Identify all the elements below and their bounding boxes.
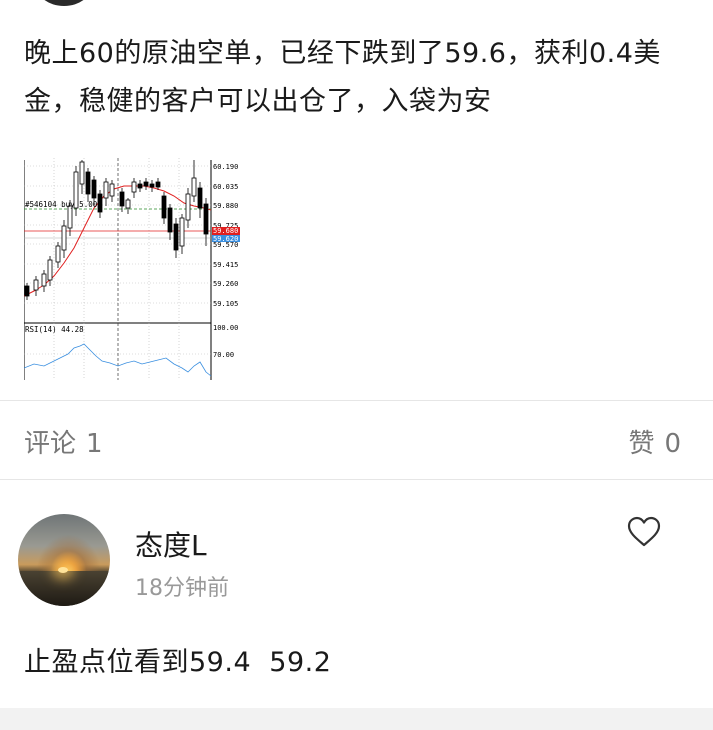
heart-outline-icon[interactable] (627, 516, 661, 548)
price-tag-blue-text: 59.620 (213, 235, 238, 243)
likes-count: 0 (664, 429, 681, 459)
comment-time: 18分钟前 (135, 576, 229, 601)
comment-content: 止盈点位看到59.4 59.2 (24, 647, 332, 678)
price-tag-red-text: 59.680 (213, 227, 238, 235)
post-content: 晚上60的原油空单，已经下跌到了59.6，获利0.4美金，稳健的客户可以出仓了，… (24, 38, 661, 117)
price-tick: 59.415 (213, 261, 238, 269)
rsi-tick: 100.00 (213, 324, 238, 332)
commenter-avatar[interactable] (18, 514, 110, 606)
chart-screenshot[interactable]: #546104 buy 5.00 RSI(14) 44.28 60.190 60… (23, 158, 240, 380)
rsi-label: RSI(14) 44.28 (25, 325, 84, 334)
post-stats: 评论 1 赞 0 (0, 401, 713, 479)
price-tick: 60.190 (213, 163, 238, 171)
divider (0, 479, 713, 480)
avatar-sea (18, 571, 110, 606)
footer-separator (0, 708, 713, 730)
likes-label: 赞 (628, 429, 655, 459)
order-label: #546104 buy 5.00 (25, 200, 98, 209)
rsi-tick: 70.00 (213, 351, 234, 359)
candlestick-chart: #546104 buy 5.00 RSI(14) 44.28 60.190 60… (23, 158, 240, 380)
post-author-avatar[interactable] (34, 0, 94, 6)
likes-counter[interactable]: 赞 0 (628, 423, 681, 460)
price-tick: 59.880 (213, 202, 238, 210)
comments-counter[interactable]: 评论 1 (24, 423, 103, 460)
comments-label: 评论 (24, 429, 77, 459)
price-tick: 59.260 (213, 280, 238, 288)
comments-count: 1 (86, 429, 103, 459)
price-tick: 59.105 (213, 300, 238, 308)
price-tick: 60.035 (213, 183, 238, 191)
commenter-username[interactable]: 态度L (135, 524, 207, 564)
